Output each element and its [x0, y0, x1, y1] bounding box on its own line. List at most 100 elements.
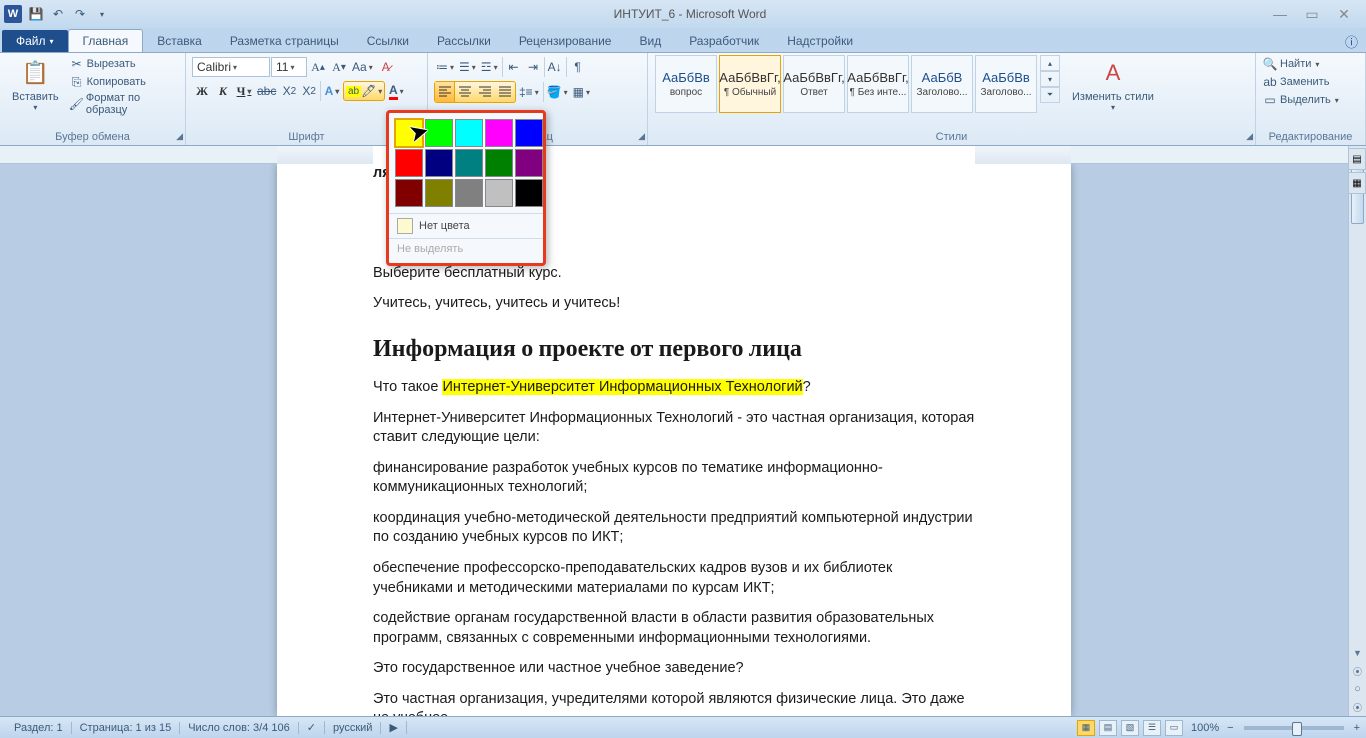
tab-references[interactable]: Ссылки: [353, 30, 423, 52]
select-button[interactable]: ▭Выделить▾: [1262, 91, 1339, 109]
zoom-in-button[interactable]: +: [1354, 722, 1360, 734]
color-swatch[interactable]: [395, 149, 423, 177]
redo-icon[interactable]: ↷: [70, 4, 90, 24]
cut-button[interactable]: ✂Вырезать: [69, 55, 179, 73]
print-layout-view[interactable]: ▦: [1077, 720, 1095, 736]
increase-indent-button[interactable]: ⇥: [525, 57, 545, 77]
paragraph-launcher[interactable]: ◢: [638, 131, 645, 142]
color-swatch[interactable]: [395, 179, 423, 207]
align-right-button[interactable]: [475, 82, 495, 102]
style-item[interactable]: АаБбВЗаголово...: [911, 55, 973, 113]
font-name-combo[interactable]: Calibri▾: [192, 57, 270, 77]
align-center-button[interactable]: [455, 82, 475, 102]
italic-button[interactable]: К: [213, 81, 233, 101]
numbering-button[interactable]: ☰▾: [457, 57, 478, 77]
status-language[interactable]: русский: [325, 722, 381, 734]
status-page[interactable]: Страница: 1 из 15: [72, 722, 181, 734]
borders-button[interactable]: ▦▾: [571, 82, 592, 102]
grow-font-button[interactable]: A▴: [308, 57, 328, 77]
superscript-button[interactable]: X2: [300, 81, 321, 101]
tab-developer[interactable]: Разработчик: [675, 30, 773, 52]
browse-object-button[interactable]: ○: [1349, 680, 1366, 698]
scroll-down-button[interactable]: ▼: [1349, 644, 1366, 662]
side-panel-tab-2[interactable]: ▦: [1348, 172, 1366, 194]
style-item[interactable]: АаБбВвЗаголово...: [975, 55, 1037, 113]
color-swatch[interactable]: [515, 119, 543, 147]
paste-button[interactable]: 📋 Вставить ▾: [6, 55, 65, 114]
no-color-option[interactable]: Нет цвета: [389, 213, 543, 238]
tab-review[interactable]: Рецензирование: [505, 30, 626, 52]
help-icon[interactable]: ⓘ: [1345, 32, 1358, 51]
bullets-button[interactable]: ≔▾: [434, 57, 456, 77]
copy-button[interactable]: ⎘Копировать: [69, 73, 179, 91]
tab-layout[interactable]: Разметка страницы: [216, 30, 353, 52]
tab-mailings[interactable]: Рассылки: [423, 30, 505, 52]
vertical-scrollbar[interactable]: ▲ ▼ ⦿ ○ ⦿: [1348, 146, 1366, 716]
status-words[interactable]: Число слов: 3/4 106: [180, 722, 299, 734]
shading-button[interactable]: 🪣▾: [545, 82, 570, 102]
tab-insert[interactable]: Вставка: [143, 30, 216, 52]
save-icon[interactable]: 💾: [26, 4, 46, 24]
style-item[interactable]: АаБбВвГг,¶ Обычный: [719, 55, 781, 113]
show-marks-button[interactable]: ¶: [568, 57, 588, 77]
decrease-indent-button[interactable]: ⇤: [504, 57, 524, 77]
read-view[interactable]: ▤: [1099, 720, 1117, 736]
outline-view[interactable]: ☰: [1143, 720, 1161, 736]
sort-button[interactable]: A↓: [546, 57, 567, 77]
minimize-button[interactable]: —: [1268, 5, 1292, 23]
tab-home[interactable]: Главная: [68, 29, 144, 52]
draft-view[interactable]: ▭: [1165, 720, 1183, 736]
color-swatch[interactable]: [425, 149, 453, 177]
prev-page-button[interactable]: ⦿: [1349, 662, 1366, 680]
color-swatch[interactable]: [485, 119, 513, 147]
tab-addins[interactable]: Надстройки: [773, 30, 867, 52]
shrink-font-button[interactable]: A▾: [329, 57, 349, 77]
undo-icon[interactable]: ↶: [48, 4, 68, 24]
status-section[interactable]: Раздел: 1: [6, 722, 72, 734]
styles-row-down[interactable]: ▾: [1040, 71, 1060, 87]
color-swatch[interactable]: [455, 119, 483, 147]
zoom-level[interactable]: 100%: [1191, 722, 1219, 734]
status-macro-icon[interactable]: ▶: [381, 721, 406, 734]
multilevel-button[interactable]: ☲▾: [479, 57, 503, 77]
color-swatch[interactable]: [425, 179, 453, 207]
color-swatch[interactable]: [455, 179, 483, 207]
style-item[interactable]: АаБбВввопрос: [655, 55, 717, 113]
web-view[interactable]: ▧: [1121, 720, 1139, 736]
side-panel-tab-1[interactable]: ▤: [1348, 148, 1366, 170]
style-item[interactable]: АаБбВвГг,¶ Без инте...: [847, 55, 909, 113]
next-page-button[interactable]: ⦿: [1349, 698, 1366, 716]
line-spacing-button[interactable]: ‡≡▾: [517, 82, 544, 102]
align-left-button[interactable]: [435, 82, 455, 102]
zoom-out-button[interactable]: −: [1227, 722, 1233, 734]
highlight-button[interactable]: ab🖊▾: [343, 81, 385, 101]
stop-highlight-option[interactable]: Не выделять: [389, 238, 543, 259]
subscript-button[interactable]: X2: [279, 81, 299, 101]
change-case-button[interactable]: Aa▾: [350, 57, 375, 77]
style-item[interactable]: АаБбВвГг,Ответ: [783, 55, 845, 113]
format-painter-button[interactable]: 🖌Формат по образцу: [69, 91, 179, 117]
styles-launcher[interactable]: ◢: [1246, 131, 1253, 142]
color-swatch[interactable]: [515, 179, 543, 207]
color-swatch[interactable]: [485, 149, 513, 177]
strike-button[interactable]: abc: [255, 81, 278, 101]
replace-button[interactable]: abЗаменить: [1262, 73, 1329, 91]
tab-view[interactable]: Вид: [625, 30, 675, 52]
zoom-slider[interactable]: [1244, 726, 1344, 730]
styles-more[interactable]: ⏷: [1040, 87, 1060, 103]
font-color-button[interactable]: A▾: [386, 81, 406, 101]
maximize-button[interactable]: ▭: [1300, 5, 1324, 23]
clipboard-launcher[interactable]: ◢: [176, 131, 183, 142]
qat-customize-icon[interactable]: ▾: [92, 4, 112, 24]
color-swatch[interactable]: [515, 149, 543, 177]
justify-button[interactable]: [495, 82, 515, 102]
color-swatch[interactable]: [485, 179, 513, 207]
text-effects-button[interactable]: A▾: [322, 81, 342, 101]
styles-row-up[interactable]: ▴: [1040, 55, 1060, 71]
color-swatch[interactable]: [455, 149, 483, 177]
close-button[interactable]: ✕: [1332, 5, 1356, 23]
ruler[interactable]: [0, 146, 1348, 164]
status-proofing-icon[interactable]: ✓: [299, 721, 325, 734]
change-styles-button[interactable]: A Изменить стили ▾: [1066, 55, 1160, 114]
file-tab[interactable]: Файл: [2, 30, 68, 52]
